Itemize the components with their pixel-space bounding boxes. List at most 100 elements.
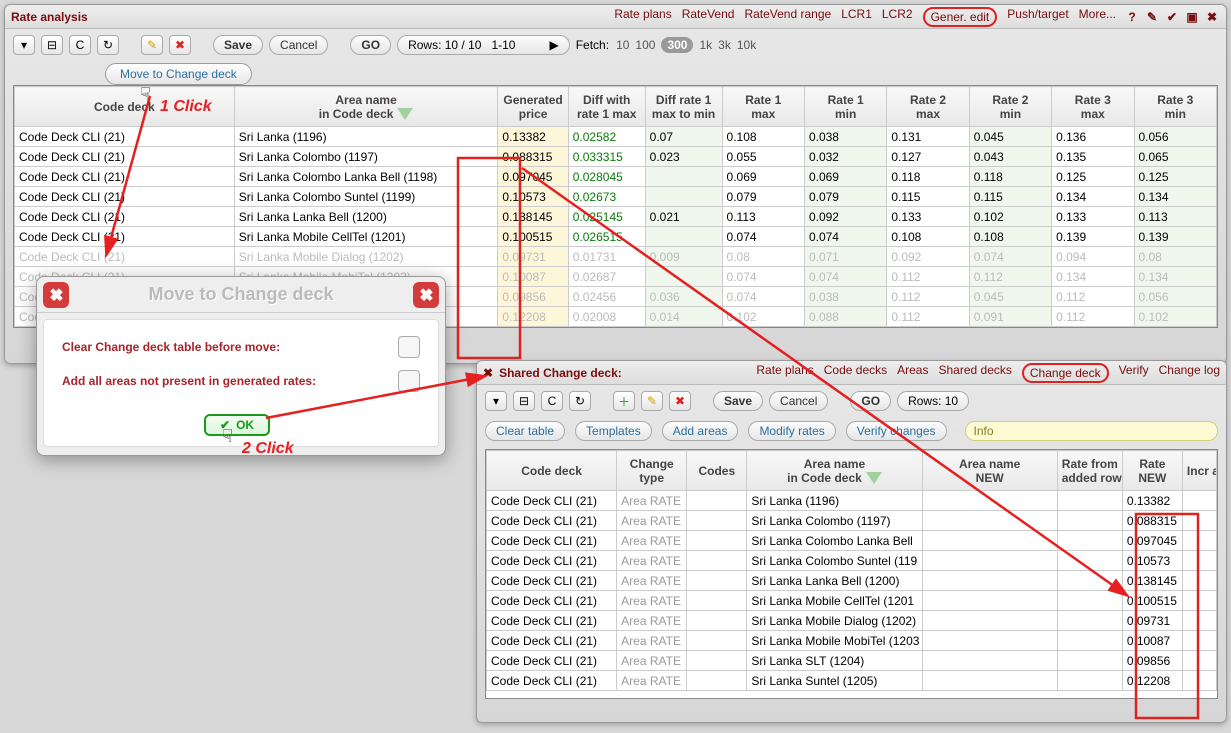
- fetch-option[interactable]: 1k: [699, 38, 712, 52]
- filter-icon[interactable]: ▾: [13, 35, 35, 55]
- column-header[interactable]: Rate 1max: [722, 87, 804, 127]
- column-header[interactable]: Rate 3min: [1134, 87, 1217, 127]
- cancel-button[interactable]: Cancel: [769, 391, 828, 411]
- delete-icon[interactable]: ✖: [169, 35, 191, 55]
- clear-table-button[interactable]: Clear table: [485, 421, 565, 441]
- column-header[interactable]: Rate 2min: [969, 87, 1051, 127]
- table-row[interactable]: Code Deck CLI (21)Area RATESri Lanka Mob…: [487, 611, 1217, 631]
- column-header[interactable]: Rate 1min: [804, 87, 886, 127]
- table-row[interactable]: Code Deck CLI (21)Area RATESri Lanka Col…: [487, 511, 1217, 531]
- fetch-option[interactable]: 10k: [737, 38, 756, 52]
- nav-link[interactable]: Code decks: [824, 363, 887, 383]
- nav-link[interactable]: LCR2: [882, 7, 913, 27]
- close-icon[interactable]: ✖: [1204, 9, 1220, 25]
- modal-close-right-icon[interactable]: ✖: [413, 282, 439, 308]
- modal-ok-button[interactable]: ✔ OK: [204, 414, 270, 436]
- help-icon[interactable]: ?: [1124, 9, 1140, 25]
- go-button[interactable]: GO: [350, 35, 391, 55]
- refresh-back-icon[interactable]: C: [69, 35, 91, 55]
- nav-link[interactable]: Push/target: [1007, 7, 1068, 27]
- table-row[interactable]: Code Deck CLI (21)Area RATESri Lanka Sun…: [487, 671, 1217, 691]
- move-to-change-deck-button[interactable]: Move to Change deck: [105, 63, 252, 85]
- column-header[interactable]: Area namein Code deck: [234, 87, 498, 127]
- table-row[interactable]: Code Deck CLI (21)Sri Lanka Colombo Lank…: [15, 167, 1217, 187]
- delete-icon[interactable]: ✖: [669, 391, 691, 411]
- table-row[interactable]: Code Deck CLI (21)Area RATESri Lanka SLT…: [487, 651, 1217, 671]
- modal-option-clear-checkbox[interactable]: [398, 336, 420, 358]
- column-header[interactable]: Area nameNEW: [922, 451, 1057, 491]
- nav-link[interactable]: Gener. edit: [923, 7, 998, 27]
- collapse-icon[interactable]: ⊟: [513, 391, 535, 411]
- fetch-option[interactable]: 10: [616, 38, 629, 52]
- column-header[interactable]: Area namein Code deck: [747, 451, 922, 491]
- save-button[interactable]: Save: [213, 35, 263, 55]
- column-header[interactable]: Diff rate 1max to min: [645, 87, 722, 127]
- nav-link[interactable]: RateVend range: [744, 7, 831, 27]
- nav-link[interactable]: Verify: [1119, 363, 1149, 383]
- table-row[interactable]: Code Deck CLI (21)Sri Lanka Mobile CellT…: [15, 227, 1217, 247]
- modal-close-left-icon[interactable]: ✖: [43, 282, 69, 308]
- verify-changes-button[interactable]: Verify changes: [846, 421, 947, 441]
- table-row[interactable]: Code Deck CLI (21)Sri Lanka (1196)0.1338…: [15, 127, 1217, 147]
- column-header[interactable]: Diff withrate 1 max: [568, 87, 645, 127]
- column-header[interactable]: Code deck: [487, 451, 617, 491]
- nav-link[interactable]: Areas: [897, 363, 928, 383]
- templates-button[interactable]: Templates: [575, 421, 652, 441]
- check-icon[interactable]: ✔: [1164, 9, 1180, 25]
- table-row[interactable]: Code Deck CLI (21)Area RATESri Lanka Lan…: [487, 571, 1217, 591]
- save-button[interactable]: Save: [713, 391, 763, 411]
- column-header[interactable]: Rate 2max: [887, 87, 969, 127]
- fetch-option[interactable]: 100: [635, 38, 655, 52]
- cancel-button[interactable]: Cancel: [269, 35, 328, 55]
- add-areas-button[interactable]: Add areas: [662, 421, 739, 441]
- add-icon[interactable]: ＋: [613, 391, 635, 411]
- table-row[interactable]: Code Deck CLI (21)Area RATESri Lanka Col…: [487, 531, 1217, 551]
- bottom-title-bar: ✖ Shared Change deck: Rate plansCode dec…: [477, 361, 1226, 385]
- column-header[interactable]: Rate fromadded row: [1057, 451, 1122, 491]
- edit-icon[interactable]: ✎: [1144, 9, 1160, 25]
- info-bar: Info: [965, 421, 1218, 441]
- refresh-fwd-icon[interactable]: ↻: [97, 35, 119, 55]
- table-row[interactable]: Code Deck CLI (21)Sri Lanka Mobile Dialo…: [15, 247, 1217, 267]
- filter-icon[interactable]: ▾: [485, 391, 507, 411]
- nav-link[interactable]: More...: [1079, 7, 1116, 27]
- collapse-icon[interactable]: ⊟: [41, 35, 63, 55]
- table-row[interactable]: Code Deck CLI (21)Sri Lanka Lanka Bell (…: [15, 207, 1217, 227]
- nav-link[interactable]: Change deck: [1022, 363, 1109, 383]
- modal-option-addall-checkbox[interactable]: [398, 370, 420, 392]
- column-header[interactable]: Rate 3max: [1052, 87, 1134, 127]
- refresh-back-icon[interactable]: C: [541, 391, 563, 411]
- column-header[interactable]: Generatedprice: [498, 87, 568, 127]
- bottom-sub-toolbar: Clear table Templates Add areas Modify r…: [477, 417, 1226, 445]
- nav-link[interactable]: RateVend: [682, 7, 735, 27]
- nav-link[interactable]: Change log: [1159, 363, 1220, 383]
- maximize-icon[interactable]: ▣: [1184, 9, 1200, 25]
- nav-link[interactable]: Shared decks: [938, 363, 1011, 383]
- column-header[interactable]: Incr ad: [1182, 451, 1216, 491]
- table-row[interactable]: Code Deck CLI (21)Sri Lanka Colombo Sunt…: [15, 187, 1217, 207]
- refresh-fwd-icon[interactable]: ↻: [569, 391, 591, 411]
- pencil-icon[interactable]: ✎: [641, 391, 663, 411]
- change-deck-table: Code deckChangetypeCodesArea namein Code…: [486, 450, 1217, 691]
- fetch-option[interactable]: 3k: [718, 38, 731, 52]
- bottom-toolbar: ▾ ⊟ C ↻ ＋ ✎ ✖ Save Cancel GO Rows: 10: [477, 385, 1226, 417]
- close-icon[interactable]: ✖: [483, 366, 493, 380]
- column-header[interactable]: Changetype: [617, 451, 687, 491]
- ok-label: OK: [236, 418, 254, 432]
- modify-rates-button[interactable]: Modify rates: [748, 421, 835, 441]
- rows-play-icon[interactable]: ▶: [549, 38, 558, 52]
- go-button[interactable]: GO: [850, 391, 891, 411]
- table-row[interactable]: Code Deck CLI (21)Sri Lanka Colombo (119…: [15, 147, 1217, 167]
- nav-link[interactable]: LCR1: [841, 7, 872, 27]
- table-row[interactable]: Code Deck CLI (21)Area RATESri Lanka (11…: [487, 491, 1217, 511]
- column-header[interactable]: RateNEW: [1122, 451, 1182, 491]
- fetch-option[interactable]: 300: [661, 37, 693, 53]
- table-row[interactable]: Code Deck CLI (21)Area RATESri Lanka Mob…: [487, 591, 1217, 611]
- pencil-icon[interactable]: ✎: [141, 35, 163, 55]
- column-header[interactable]: Codes: [687, 451, 747, 491]
- table-row[interactable]: Code Deck CLI (21)Area RATESri Lanka Mob…: [487, 631, 1217, 651]
- nav-link[interactable]: Rate plans: [756, 363, 813, 383]
- table-row[interactable]: Code Deck CLI (21)Area RATESri Lanka Col…: [487, 551, 1217, 571]
- nav-link[interactable]: Rate plans: [614, 7, 671, 27]
- rows-indicator[interactable]: Rows: 10 / 10 1-10 ▶: [397, 35, 570, 55]
